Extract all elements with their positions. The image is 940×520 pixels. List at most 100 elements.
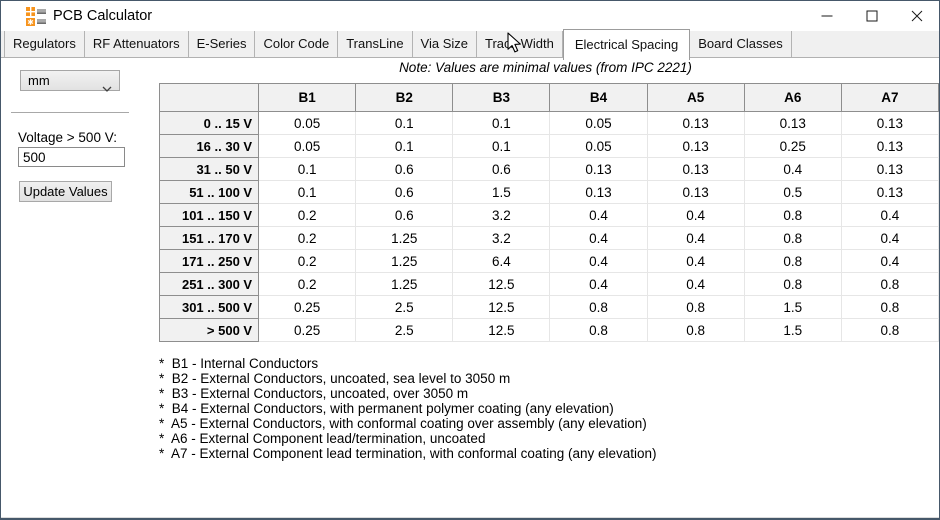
title-bar[interactable]: PCB Calculator	[1, 1, 939, 31]
spacing-cell: 0.13	[550, 158, 647, 181]
update-values-button[interactable]: Update Values	[19, 181, 112, 202]
spacing-cell: 1.25	[356, 250, 453, 273]
spacing-cell: 12.5	[453, 296, 550, 319]
spacing-cell: 0.8	[744, 204, 841, 227]
footnote-line: * A5 - External Conductors, with conform…	[159, 416, 657, 431]
spacing-cell: 12.5	[453, 319, 550, 342]
spacing-cell: 0.13	[841, 181, 938, 204]
units-dropdown-value: mm	[28, 73, 50, 88]
col-header-b3: B3	[453, 84, 550, 112]
spacing-cell: 0.13	[647, 135, 744, 158]
spacing-cell: 0.8	[550, 319, 647, 342]
footnote-line: * B1 - Internal Conductors	[159, 356, 657, 371]
table-row: 16 .. 30 V0.050.10.10.050.130.250.13	[160, 135, 939, 158]
col-header-b2: B2	[356, 84, 453, 112]
table-row: 251 .. 300 V0.21.2512.50.40.40.80.8	[160, 273, 939, 296]
spacing-cell: 12.5	[453, 273, 550, 296]
table-row: > 500 V0.252.512.50.80.81.50.8	[160, 319, 939, 342]
row-header: 16 .. 30 V	[160, 135, 259, 158]
footnote-line: * A7 - External Component lead terminati…	[159, 446, 657, 461]
spacing-cell: 2.5	[356, 319, 453, 342]
window-controls	[804, 1, 939, 31]
tab-electrical-spacing[interactable]: Electrical Spacing	[563, 29, 690, 60]
spacing-cell: 0.05	[550, 135, 647, 158]
spacing-cell: 3.2	[453, 227, 550, 250]
row-header: 0 .. 15 V	[160, 112, 259, 135]
tab-color-code[interactable]: Color Code	[255, 31, 338, 57]
spacing-cell: 0.13	[647, 181, 744, 204]
tab-via-size[interactable]: Via Size	[413, 31, 477, 57]
spacing-cell: 0.4	[744, 158, 841, 181]
table-row: 0 .. 15 V0.050.10.10.050.130.130.13	[160, 112, 939, 135]
spacing-cell: 0.6	[356, 204, 453, 227]
tab-transline[interactable]: TransLine	[338, 31, 412, 57]
pcb-calculator-window: PCB Calculator RegulatorsRF AttenuatorsE…	[0, 0, 940, 520]
spacing-cell: 0.4	[647, 250, 744, 273]
row-header: 31 .. 50 V	[160, 158, 259, 181]
spacing-cell: 0.05	[550, 112, 647, 135]
spacing-cell: 0.13	[841, 158, 938, 181]
spacing-cell: 0.4	[841, 250, 938, 273]
spacing-cell: 0.13	[647, 158, 744, 181]
spacing-cell: 0.6	[453, 158, 550, 181]
row-header: 301 .. 500 V	[160, 296, 259, 319]
spacing-cell: 0.6	[356, 158, 453, 181]
spacing-cell: 1.25	[356, 273, 453, 296]
spacing-cell: 0.2	[259, 204, 356, 227]
maximize-button[interactable]	[849, 1, 894, 31]
spacing-cell: 0.13	[841, 135, 938, 158]
col-header-a6: A6	[744, 84, 841, 112]
units-dropdown[interactable]: mm	[20, 70, 120, 91]
tab-rf-attenuators[interactable]: RF Attenuators	[85, 31, 189, 57]
spacing-cell: 0.13	[550, 181, 647, 204]
spacing-cell: 0.8	[841, 319, 938, 342]
chevron-down-icon	[102, 78, 112, 97]
spacing-cell: 0.4	[647, 273, 744, 296]
spacing-cell: 0.1	[453, 135, 550, 158]
table-row: 31 .. 50 V0.10.60.60.130.130.40.13	[160, 158, 939, 181]
minimize-button[interactable]	[804, 1, 849, 31]
close-button[interactable]	[894, 1, 939, 31]
col-header-b1: B1	[259, 84, 356, 112]
calculator-icon	[26, 6, 46, 26]
tab-board-classes[interactable]: Board Classes	[690, 31, 792, 57]
voltage-input[interactable]	[18, 147, 125, 167]
spacing-cell: 0.8	[744, 250, 841, 273]
spacing-cell: 2.5	[356, 296, 453, 319]
tab-track-width[interactable]: Track Width	[477, 31, 563, 57]
footnote-line: * B3 - External Conductors, uncoated, ov…	[159, 386, 657, 401]
spacing-cell: 0.4	[550, 273, 647, 296]
electrical-spacing-table: B1B2B3B4A5A6A70 .. 15 V0.050.10.10.050.1…	[159, 83, 939, 342]
table-row: 171 .. 250 V0.21.256.40.40.40.80.4	[160, 250, 939, 273]
spacing-cell: 0.13	[744, 112, 841, 135]
spacing-cell: 0.25	[744, 135, 841, 158]
spacing-cell: 0.8	[550, 296, 647, 319]
tab-bar: RegulatorsRF AttenuatorsE-SeriesColor Co…	[1, 31, 939, 58]
spacing-cell: 0.05	[259, 112, 356, 135]
table-row: 301 .. 500 V0.252.512.50.80.81.50.8	[160, 296, 939, 319]
close-icon	[911, 10, 923, 22]
tab-regulators[interactable]: Regulators	[4, 31, 85, 57]
spacing-cell: 0.4	[841, 227, 938, 250]
spacing-cell: 0.8	[744, 227, 841, 250]
spacing-cell: 0.1	[356, 112, 453, 135]
spacing-cell: 0.6	[356, 181, 453, 204]
spacing-cell: 0.1	[356, 135, 453, 158]
spacing-cell: 3.2	[453, 204, 550, 227]
spacing-cell: 0.13	[841, 112, 938, 135]
tab-e-series[interactable]: E-Series	[189, 31, 256, 57]
spacing-cell: 0.8	[841, 296, 938, 319]
footnote-line: * A6 - External Component lead/terminati…	[159, 431, 657, 446]
row-header: 151 .. 170 V	[160, 227, 259, 250]
row-header: 101 .. 150 V	[160, 204, 259, 227]
spacing-cell: 1.5	[744, 296, 841, 319]
spacing-cell: 0.25	[259, 296, 356, 319]
spacing-cell: 0.2	[259, 227, 356, 250]
table-row: 101 .. 150 V0.20.63.20.40.40.80.4	[160, 204, 939, 227]
spacing-cell: 0.1	[453, 112, 550, 135]
spacing-cell: 0.8	[744, 273, 841, 296]
spacing-cell: 0.4	[647, 204, 744, 227]
row-header: 51 .. 100 V	[160, 181, 259, 204]
row-header: > 500 V	[160, 319, 259, 342]
footnote-line: * B4 - External Conductors, with permane…	[159, 401, 657, 416]
